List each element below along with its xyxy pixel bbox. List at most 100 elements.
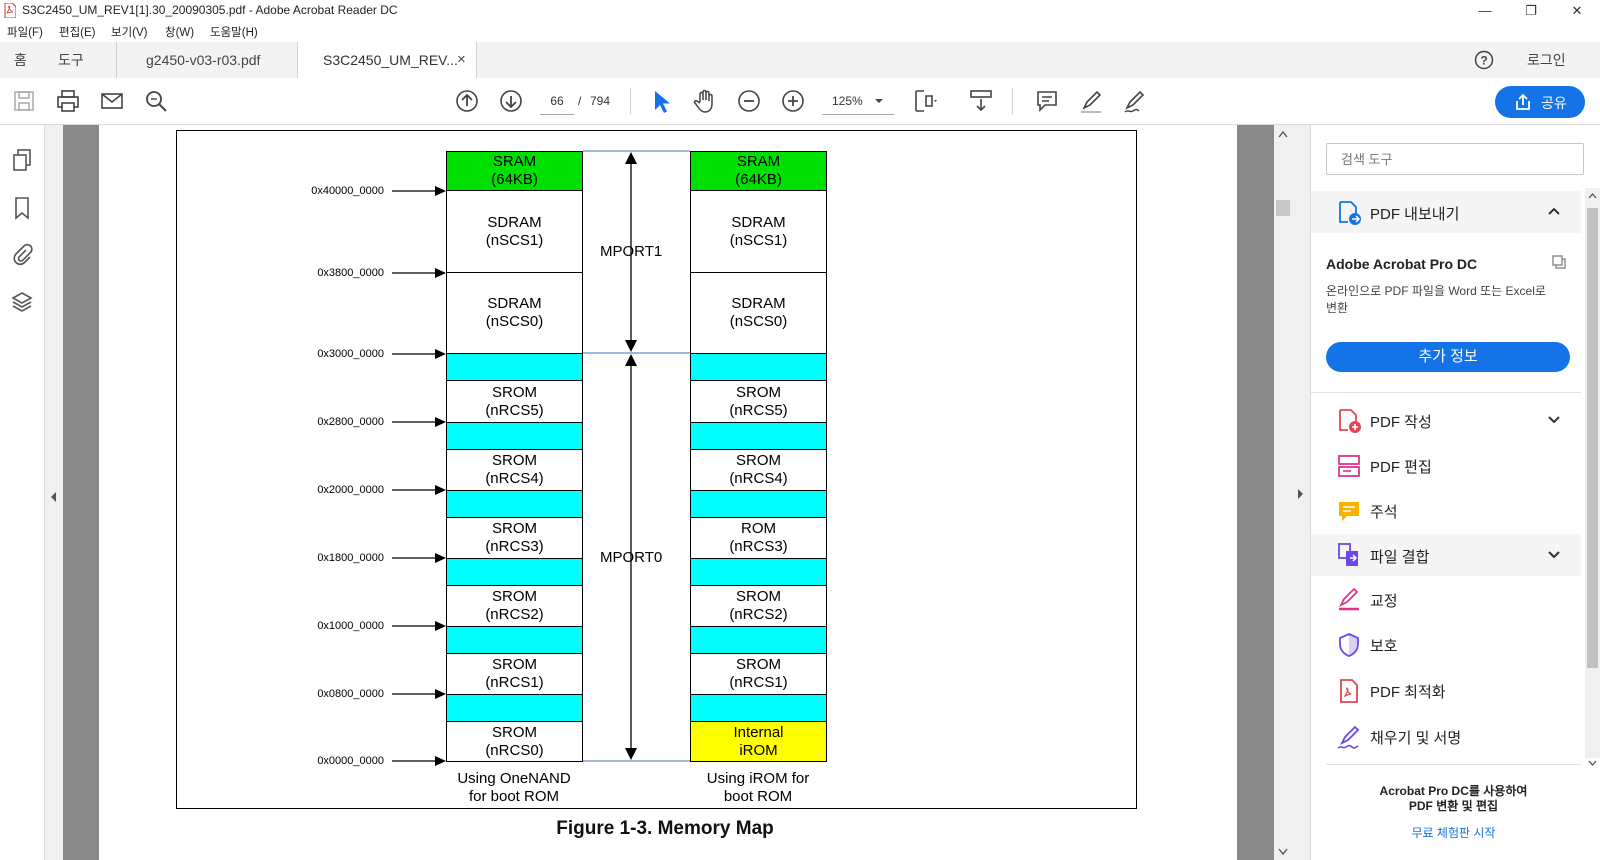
cell-sublabel: (nRCS2) <box>729 606 788 623</box>
left-srom-nrcs3-cell: SROM (nRCS3) <box>446 517 583 559</box>
free-trial-link[interactable]: 무료 체험판 시작 <box>1326 824 1581 841</box>
right-reserved-band <box>690 694 827 722</box>
chevron-down-icon[interactable] <box>1547 550 1561 560</box>
cell-sublabel: (nRCS5) <box>485 401 544 419</box>
cell-label: SDRAM <box>487 295 542 312</box>
figure-caption: Figure 1-3. Memory Map <box>556 818 774 839</box>
tool-create-pdf[interactable]: PDF 작성 <box>1370 411 1432 432</box>
cell-label: SROM <box>492 452 537 469</box>
cell-label: SROM <box>736 656 781 673</box>
search-icon[interactable] <box>143 88 169 114</box>
sign-icon[interactable] <box>1122 88 1148 114</box>
document-scrollbar[interactable] <box>1274 125 1292 860</box>
minimize-button[interactable]: — <box>1462 0 1508 22</box>
right-srom-nrcs5-cell: SROM (nRCS5) <box>690 380 827 423</box>
save-icon[interactable] <box>11 88 37 114</box>
right-sram-cell: SRAM (64KB) <box>690 151 827 191</box>
page-down-icon[interactable] <box>498 88 524 114</box>
menu-window[interactable]: 창(W) <box>165 24 194 40</box>
right-reserved-band <box>690 626 827 654</box>
address-label: 0x0800_0000 <box>317 688 384 700</box>
tool-combine-files[interactable]: 파일 결합 <box>1370 546 1429 567</box>
more-info-button[interactable]: 추가 정보 <box>1326 342 1570 372</box>
tool-protect[interactable]: 보호 <box>1370 635 1398 656</box>
menu-edit[interactable]: 편집(E) <box>59 24 96 40</box>
left-reserved-band <box>446 626 583 654</box>
zoom-in-icon[interactable] <box>780 88 806 114</box>
tab-close-icon[interactable]: × <box>457 42 466 78</box>
bookmark-icon[interactable] <box>12 196 32 220</box>
zoom-out-icon[interactable] <box>736 88 762 114</box>
tab-tools[interactable]: 도구 <box>58 42 84 78</box>
scroll-down-icon[interactable] <box>1588 760 1597 767</box>
expand-left-icon[interactable] <box>49 491 57 503</box>
tool-redact[interactable]: 교정 <box>1370 590 1398 611</box>
tool-optimize-pdf[interactable]: PDF 최적화 <box>1370 681 1446 702</box>
page-fit-icon[interactable] <box>912 88 938 114</box>
chevron-down-icon[interactable] <box>1547 415 1561 425</box>
print-icon[interactable] <box>55 88 81 114</box>
cell-label: SDRAM <box>487 213 542 231</box>
email-icon[interactable] <box>99 88 125 114</box>
search-tools-input[interactable] <box>1326 143 1584 175</box>
restore-button[interactable]: ❐ <box>1508 0 1554 22</box>
share-button[interactable] <box>1495 86 1585 118</box>
caption-line: Using iROM for <box>706 770 810 787</box>
left-reserved-band <box>446 422 583 450</box>
right-srom-nrcs4-cell: SROM (nRCS4) <box>690 449 827 491</box>
chevron-down-icon[interactable] <box>874 97 884 105</box>
redact-icon <box>1338 587 1359 611</box>
page-thumbnails-icon[interactable] <box>11 148 33 172</box>
toolbar-divider <box>1012 88 1013 114</box>
tool-edit-pdf[interactable]: PDF 편집 <box>1370 456 1432 477</box>
scrollbar-thumb[interactable] <box>1276 200 1290 216</box>
close-window-button[interactable]: ✕ <box>1554 0 1600 22</box>
pdf-file-icon <box>4 3 16 18</box>
right-srom-nrcs1-cell: SROM (nRCS1) <box>690 653 827 695</box>
menu-file[interactable]: 파일(F) <box>7 24 43 40</box>
panel-divider <box>1326 764 1581 765</box>
comment-icon[interactable] <box>1034 88 1060 114</box>
left-srom-nrcs0-cell: SROM (nRCS0) <box>446 721 583 762</box>
chevron-up-icon[interactable] <box>1547 206 1561 216</box>
help-icon[interactable]: ? <box>1474 50 1494 70</box>
promo-line: Acrobat Pro DC를 사용하여 <box>1379 784 1528 798</box>
right-srom-nrcs2-cell: SROM (nRCS2) <box>690 585 827 627</box>
tab-document-s3c2450-label[interactable]: S3C2450_UM_REV... <box>323 42 458 78</box>
scroll-up-icon[interactable] <box>1588 192 1597 199</box>
left-column-caption: Using OneNAND for boot ROM <box>444 770 584 806</box>
address-label: 0x3000_0000 <box>317 348 384 360</box>
page-number-input[interactable] <box>540 88 574 115</box>
tab-document-g2450[interactable]: g2450-v03-r03.pdf <box>146 42 260 78</box>
menu-view[interactable]: 보기(V) <box>111 24 148 40</box>
cell-sublabel: (nRCS4) <box>729 470 788 487</box>
layers-icon[interactable] <box>11 290 33 314</box>
right-sdram-nscs1-cell: SDRAM (nSCS1) <box>690 190 827 273</box>
export-pdf-label[interactable]: PDF 내보내기 <box>1370 203 1459 224</box>
optimize-pdf-icon <box>1340 679 1358 703</box>
cell-sublabel: (64KB) <box>491 171 538 188</box>
collapse-right-icon[interactable] <box>1297 488 1305 500</box>
address-label: 0x40000_0000 <box>311 185 384 197</box>
menu-help[interactable]: 도움말(H) <box>210 24 258 40</box>
scroll-down-icon[interactable] <box>1278 848 1288 856</box>
scroll-mode-icon[interactable] <box>968 88 994 114</box>
mport1-label: MPORT1 <box>600 243 663 260</box>
cell-label: SROM <box>736 452 781 469</box>
page-up-icon[interactable] <box>454 88 480 114</box>
cell-sublabel: (nRCS3) <box>729 538 788 555</box>
cell-label: SROM <box>736 383 781 401</box>
toolbar-divider <box>630 88 631 114</box>
select-cursor-icon[interactable] <box>648 88 674 114</box>
tool-fill-sign[interactable]: 채우기 및 서명 <box>1370 727 1461 748</box>
hand-tool-icon[interactable] <box>692 88 718 114</box>
tool-comment[interactable]: 주석 <box>1370 501 1398 522</box>
tools-panel-scroll-thumb[interactable] <box>1587 208 1598 668</box>
tab-home[interactable]: 홈 <box>14 42 27 78</box>
attachment-icon[interactable] <box>11 242 33 266</box>
highlight-pen-icon[interactable] <box>1078 88 1104 114</box>
copy-icon[interactable] <box>1551 254 1567 270</box>
login-link[interactable]: 로그인 <box>1527 42 1566 78</box>
cell-sublabel: iROM <box>739 741 778 759</box>
scroll-up-icon[interactable] <box>1278 130 1288 138</box>
